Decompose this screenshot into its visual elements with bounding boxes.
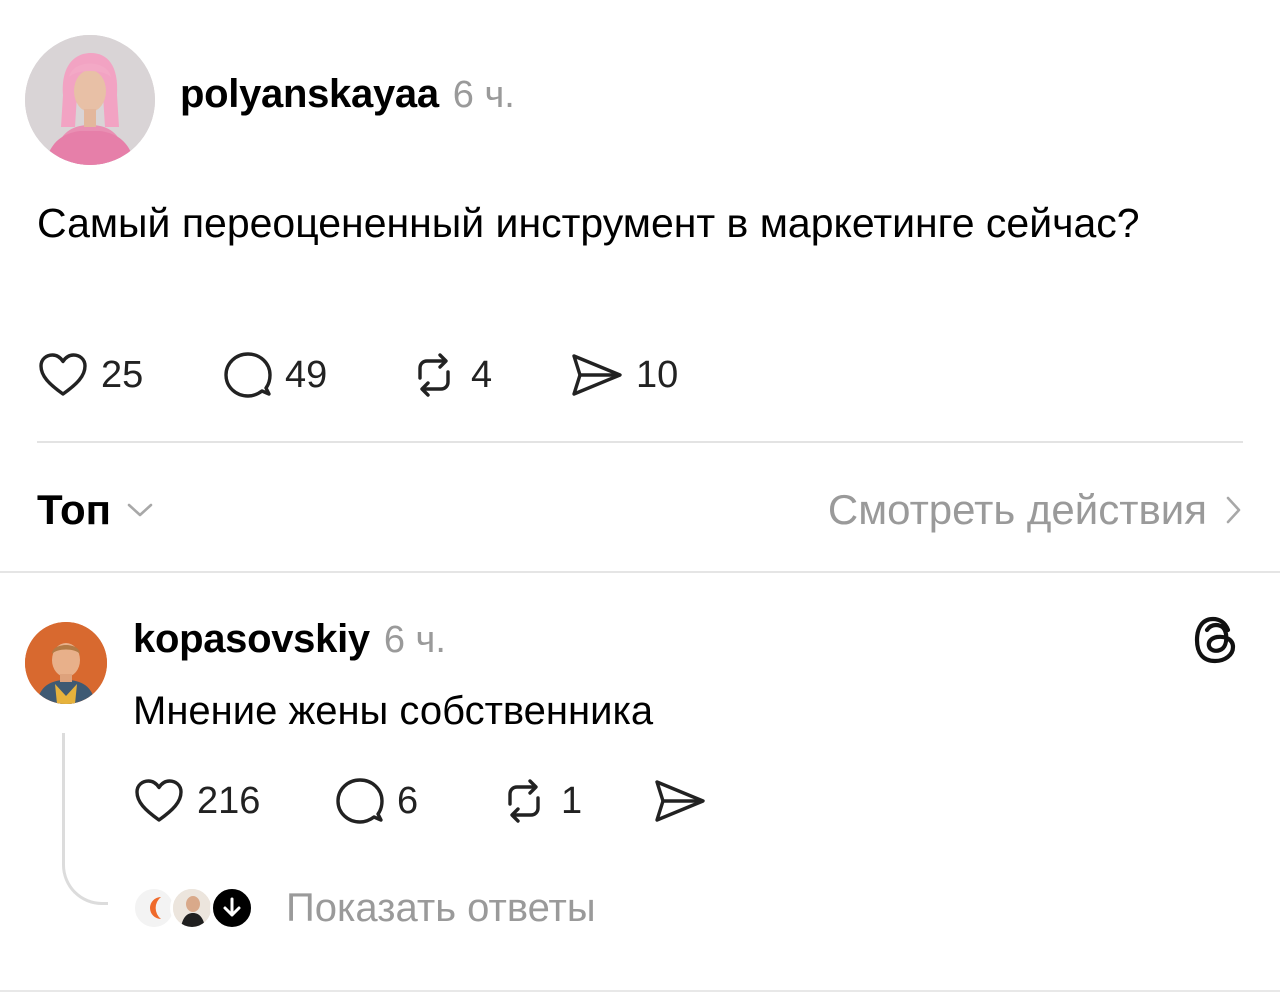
thread-page: polyanskayaa 6 ч. Самый переоцененный ин… — [0, 0, 1280, 997]
comment-button[interactable]: 49 — [223, 350, 409, 400]
divider — [37, 441, 1243, 443]
reply-author-avatar[interactable] — [25, 622, 107, 704]
reply-like-button[interactable]: 216 — [133, 777, 335, 825]
share-button[interactable]: 10 — [570, 350, 678, 400]
send-icon — [655, 780, 705, 822]
chevron-down-icon — [127, 503, 153, 517]
view-activity-label: Смотреть действия — [827, 486, 1207, 533]
show-replies-button[interactable]: Показать ответы — [130, 883, 596, 933]
show-replies-label: Показать ответы — [286, 885, 596, 930]
post-text: Самый переоцененный инструмент в маркети… — [37, 200, 1140, 246]
post-actions: 25 49 4 10 — [37, 350, 678, 400]
post-timestamp: 6 ч. — [452, 74, 515, 116]
reply-header: kopasovskiy 6 ч. — [133, 617, 446, 662]
repost-icon — [418, 353, 450, 397]
share-count: 10 — [636, 353, 679, 396]
send-icon — [572, 354, 622, 396]
like-count: 25 — [101, 353, 144, 396]
sort-bar: Топ Смотреть действия — [37, 480, 1243, 540]
reply-text: Мнение жены собственника — [133, 689, 654, 733]
heart-icon — [39, 353, 87, 396]
repost-count: 4 — [471, 353, 493, 396]
reply-like-count: 216 — [197, 779, 261, 822]
sort-dropdown[interactable]: Топ — [37, 486, 155, 534]
post-author-avatar[interactable] — [25, 35, 155, 165]
reply-actions: 216 6 1 — [133, 776, 707, 826]
like-button[interactable]: 25 — [37, 351, 223, 399]
reply-timestamp: 6 ч. — [383, 619, 446, 661]
reply-comment-button[interactable]: 6 — [335, 776, 499, 826]
threads-logo-icon[interactable] — [1192, 614, 1242, 666]
chevron-right-icon — [1226, 496, 1241, 524]
reply-share-button[interactable] — [653, 776, 707, 826]
arrow-down-icon — [210, 886, 254, 930]
thread-connector-line — [62, 733, 108, 905]
section-divider — [0, 571, 1280, 573]
bottom-divider — [0, 990, 1280, 992]
comment-count: 49 — [285, 353, 328, 396]
reply-repost-button[interactable]: 1 — [499, 776, 653, 826]
post-username[interactable]: polyanskayaa — [180, 72, 439, 117]
reply-comment-count: 6 — [397, 779, 419, 822]
reply-avatar-mini — [170, 886, 214, 930]
repost-icon — [508, 779, 540, 823]
reply-username[interactable]: kopasovskiy — [133, 617, 370, 662]
reply-avatars-stack — [130, 883, 260, 933]
sort-label: Топ — [37, 486, 112, 533]
post-header: polyanskayaa 6 ч. — [180, 72, 515, 117]
comment-bubble-icon — [336, 778, 384, 824]
reply-repost-count: 1 — [561, 779, 583, 822]
heart-icon — [135, 779, 183, 822]
view-activity-link[interactable]: Смотреть действия — [828, 486, 1243, 534]
repost-button[interactable]: 4 — [409, 350, 570, 400]
comment-bubble-icon — [224, 352, 272, 398]
